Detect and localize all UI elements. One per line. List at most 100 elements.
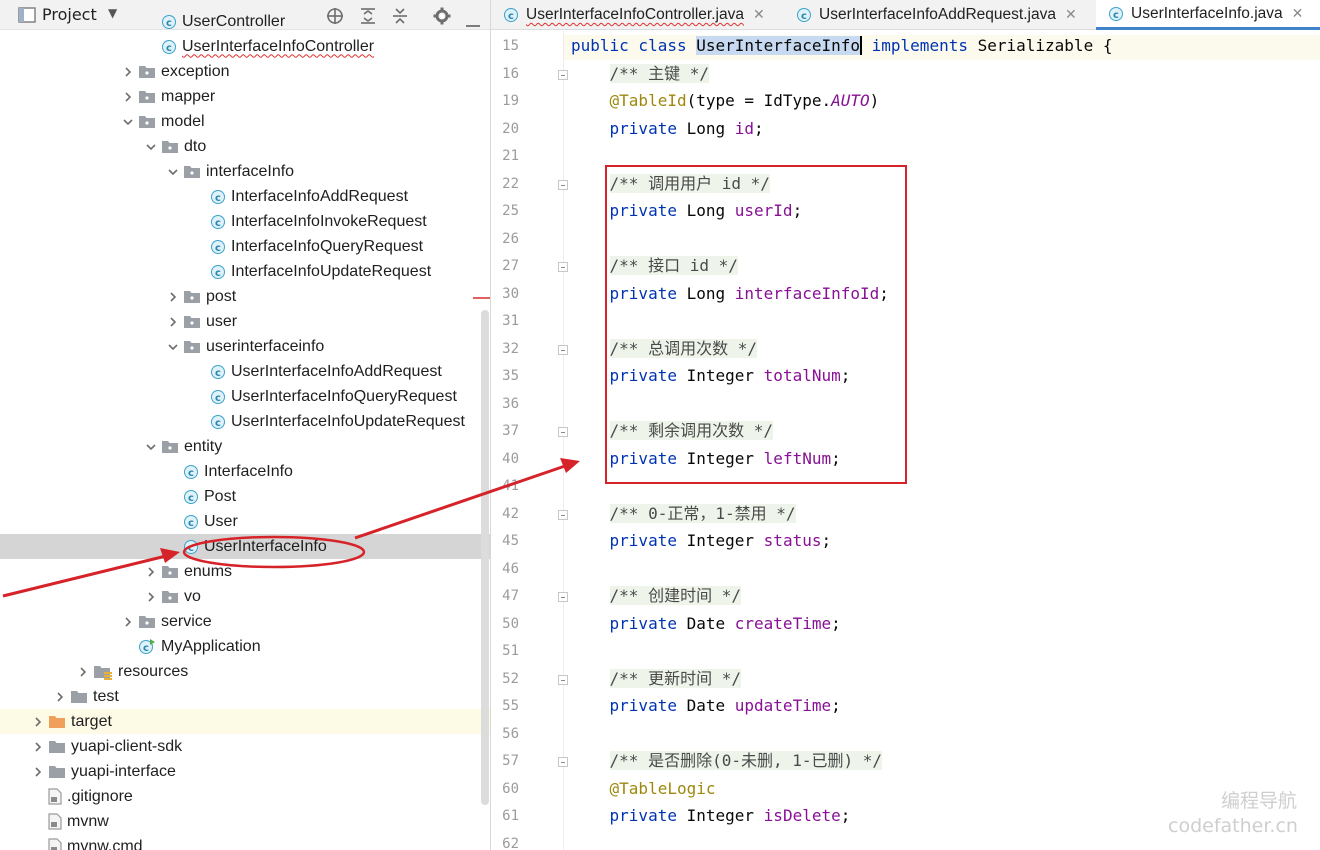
tree-row[interactable]: c UserInterfaceInfoUpdateRequest — [0, 409, 490, 434]
package-folder-icon — [138, 114, 156, 129]
chevron-down-icon[interactable] — [143, 141, 159, 153]
tree-row[interactable]: c InterfaceInfoUpdateRequest — [0, 259, 490, 284]
tree-row[interactable]: enums — [0, 559, 490, 584]
code-line[interactable]: private Date createTime; — [571, 614, 841, 634]
file-icon — [48, 838, 62, 850]
tree-row[interactable]: c UserController — [0, 9, 490, 34]
close-icon[interactable]: ✕ — [1065, 7, 1077, 23]
package-folder-icon — [161, 439, 179, 454]
tree-row[interactable]: mapper — [0, 84, 490, 109]
code-line[interactable]: private Long id; — [571, 119, 764, 139]
code-line[interactable]: /** 主键 */ — [571, 63, 709, 84]
editor-tab[interactable]: c UserInterfaceInfo.java ✕ — [1096, 0, 1320, 30]
line-number: 15 — [502, 38, 519, 54]
chevron-right-icon[interactable] — [75, 666, 91, 678]
tree-row[interactable]: exception — [0, 59, 490, 84]
chevron-right-icon[interactable] — [120, 616, 136, 628]
code-line[interactable]: /** 创建时间 */ — [571, 586, 741, 606]
code-line[interactable]: /** 0-正常，1-禁用 */ — [571, 503, 796, 524]
tree-row[interactable]: c MyApplication — [0, 634, 490, 659]
tree-row[interactable]: entity — [0, 434, 490, 459]
tree-row[interactable]: c User — [0, 509, 490, 534]
fold-toggle-icon[interactable] — [558, 427, 568, 437]
fold-toggle-icon[interactable] — [558, 344, 568, 355]
code-line[interactable]: @TableLogic — [571, 779, 716, 799]
code-line[interactable]: private Integer isDelete; — [571, 806, 851, 826]
tree-row[interactable]: c UserInterfaceInfoController — [0, 34, 490, 59]
tree-row[interactable]: user — [0, 309, 490, 334]
tree-row[interactable]: dto — [0, 134, 490, 159]
tree-row[interactable]: post — [0, 284, 490, 309]
line-number: 31 — [502, 313, 519, 329]
java-class-icon: c — [183, 489, 199, 505]
tree-row[interactable]: mvnw.cmd — [0, 834, 490, 850]
code-line[interactable]: private Date updateTime; — [571, 696, 841, 716]
tree-row[interactable]: model — [0, 109, 490, 134]
tree-row[interactable]: .gitignore — [0, 784, 490, 809]
tree-row[interactable]: c InterfaceInfoQueryRequest — [0, 234, 490, 259]
chevron-right-icon[interactable] — [165, 316, 181, 328]
editor-tab[interactable]: c UserInterfaceInfoController.java ✕ — [491, 0, 784, 30]
tree-row[interactable]: c UserInterfaceInfo — [0, 534, 490, 559]
tree-item-label: entity — [184, 437, 223, 455]
tree-row[interactable]: c UserInterfaceInfoAddRequest — [0, 359, 490, 384]
chevron-down-icon[interactable] — [143, 441, 159, 453]
chevron-right-icon[interactable] — [120, 66, 136, 78]
svg-text:c: c — [188, 518, 194, 529]
project-scrollbar[interactable] — [481, 310, 489, 805]
tree-row[interactable]: interfaceInfo — [0, 159, 490, 184]
tree-row[interactable]: userinterfaceinfo — [0, 334, 490, 359]
fold-toggle-icon[interactable] — [558, 757, 568, 767]
chevron-down-icon[interactable] — [120, 116, 136, 128]
chevron-right-icon[interactable] — [30, 716, 46, 728]
tree-row[interactable]: yuapi-interface — [0, 759, 490, 784]
tree-row[interactable]: vo — [0, 584, 490, 609]
line-number: 46 — [502, 560, 519, 577]
chevron-right-icon[interactable] — [52, 691, 68, 703]
fold-toggle-icon[interactable] — [558, 179, 568, 190]
chevron-right-icon[interactable] — [30, 766, 46, 778]
chevron-right-icon[interactable] — [143, 591, 159, 603]
tree-row[interactable]: c InterfaceInfoAddRequest — [0, 184, 490, 209]
code-line[interactable]: /** 更新时间 */ — [571, 668, 741, 689]
package-folder-icon — [183, 289, 201, 304]
tree-row[interactable]: target — [0, 709, 490, 734]
java-class-icon: c — [503, 7, 519, 23]
tree-row[interactable]: mvnw — [0, 809, 490, 834]
code-line[interactable]: @TableId(type = IdType.AUTO) — [571, 91, 880, 111]
tree-row[interactable]: c UserInterfaceInfoQueryRequest — [0, 384, 490, 409]
tree-row[interactable]: resources — [0, 659, 490, 684]
tree-row[interactable]: c InterfaceInfoInvokeRequest — [0, 209, 490, 234]
java-class-icon: c — [1108, 6, 1124, 22]
line-number: 16 — [502, 65, 519, 82]
code-token: private — [609, 531, 677, 550]
code-token: isDelete — [763, 806, 841, 825]
chevron-right-icon[interactable] — [120, 91, 136, 103]
code-token: private — [609, 118, 677, 138]
code-line[interactable]: /** 是否删除(0-未删, 1-已删) */ — [571, 751, 883, 771]
fold-toggle-icon[interactable] — [558, 262, 568, 272]
chevron-down-icon[interactable] — [165, 341, 181, 353]
code-line[interactable]: private Integer status; — [571, 531, 832, 551]
fold-toggle-icon[interactable] — [558, 592, 568, 602]
tree-row[interactable]: c Post — [0, 484, 490, 509]
tree-row[interactable]: yuapi-client-sdk — [0, 734, 490, 759]
code-line[interactable]: public class UserInterfaceInfo implement… — [571, 36, 1112, 56]
close-icon[interactable]: ✕ — [1292, 6, 1304, 22]
tree-row[interactable]: test — [0, 684, 490, 709]
fold-toggle-icon[interactable] — [558, 69, 568, 80]
editor-tab[interactable]: c UserInterfaceInfoAddRequest.java ✕ — [784, 0, 1096, 30]
tree-row[interactable]: service — [0, 609, 490, 634]
tree-row[interactable]: c InterfaceInfo — [0, 459, 490, 484]
fold-toggle-icon[interactable] — [558, 674, 568, 685]
chevron-down-icon[interactable] — [165, 166, 181, 178]
chevron-right-icon[interactable] — [165, 291, 181, 303]
chevron-right-icon[interactable] — [30, 741, 46, 753]
fold-toggle-icon[interactable] — [558, 509, 568, 520]
chevron-right-icon[interactable] — [143, 566, 159, 578]
close-icon[interactable]: ✕ — [753, 7, 765, 23]
